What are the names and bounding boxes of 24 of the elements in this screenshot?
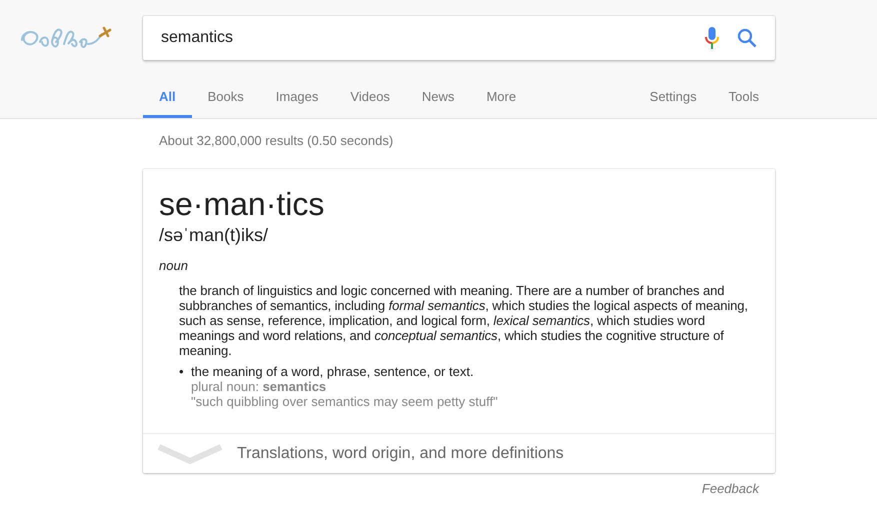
search-input[interactable]: semantics <box>159 28 687 48</box>
nav-tab[interactable]: Books <box>192 74 260 118</box>
nav-tab[interactable]: Videos <box>334 74 406 118</box>
definition-text: the meaning of a word, phrase, sentence, or text. <box>191 364 475 379</box>
chevron-down-icon <box>157 442 223 464</box>
definition-text: the branch of linguistics and logic concerned with meaning. There are a number of branches and subbranches of semantics, including formal semantics, which studies the logical aspects of meaning, such as sense, reference, implication, and logical form, lexical semantics, which studies word meanings and word relations, and conceptual semantics, which studies the cognitive structure of meaning. <box>179 283 748 358</box>
usage-example: "such quibbling over semantics may seem petty stuff" <box>191 394 498 409</box>
part-of-speech: noun <box>159 258 189 273</box>
result-stats: About 32,800,000 results (0.50 seconds) <box>159 133 394 148</box>
plural-note: plural noun: semantics <box>191 379 326 394</box>
nav-tab[interactable]: News <box>406 74 470 118</box>
tools-tab[interactable]: Tools <box>712 74 775 118</box>
bullet: • <box>179 364 185 381</box>
pronunciation: /səˈman(t)iks/ <box>159 225 270 246</box>
search-field[interactable]: semantics <box>143 16 775 60</box>
headword: se·man·tics <box>159 185 326 223</box>
feedback-link[interactable]: Feedback <box>143 481 775 496</box>
microphone-icon[interactable] <box>705 27 719 49</box>
more-definitions-button[interactable]: Translations, word origin, and more definitions <box>143 433 775 473</box>
tools-tab[interactable]: Settings <box>634 74 713 118</box>
nav-tab[interactable]: Images <box>260 74 334 118</box>
nav-tab[interactable]: All <box>143 74 192 118</box>
search-icon[interactable] <box>737 28 757 48</box>
nav-tab[interactable]: More <box>470 74 532 118</box>
